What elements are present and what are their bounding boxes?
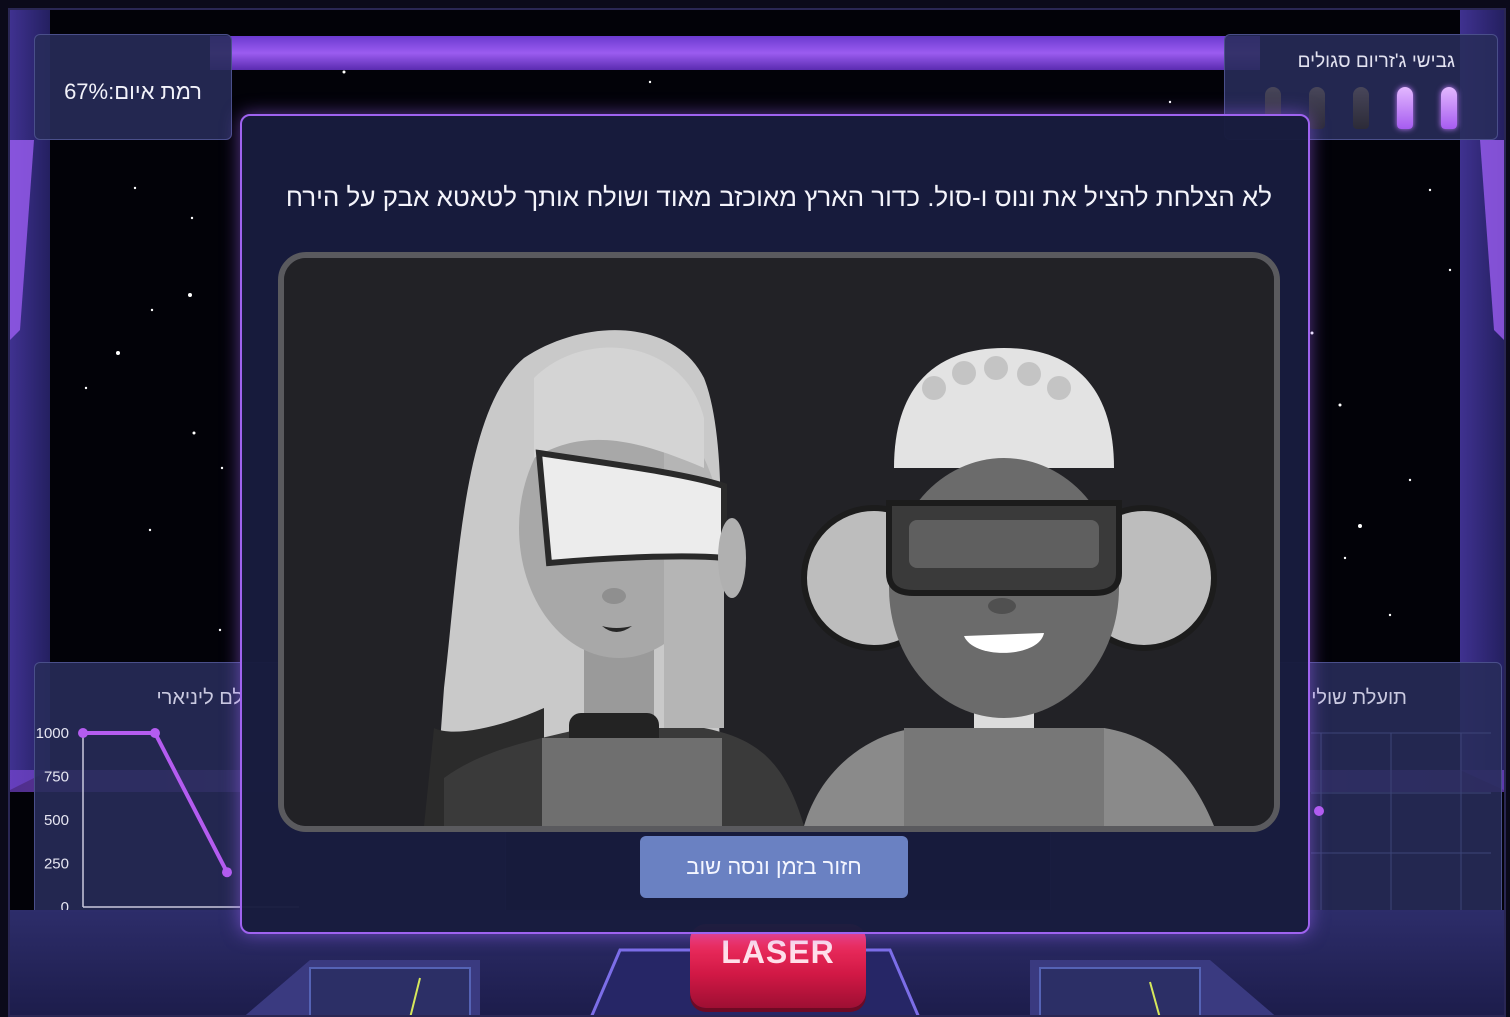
- series-line: [83, 731, 229, 874]
- crystal-icon: [1353, 87, 1369, 129]
- crystal-icon: [1397, 87, 1413, 129]
- crystal-icon: [1441, 87, 1457, 129]
- threat-level-panel: רמת איום:67%: [34, 34, 232, 140]
- threat-level-text: רמת איום:67%: [64, 79, 202, 104]
- data-point: [222, 867, 232, 878]
- game-viewport: רמת איום:67% גבישי ג'זריום סגולים לם לינ…: [8, 8, 1506, 1017]
- data-point: [150, 728, 160, 738]
- crystal-icon: [1309, 87, 1325, 129]
- retry-button[interactable]: חזור בזמן ונסה שוב: [640, 836, 908, 898]
- y-tick-label: 500: [44, 812, 69, 829]
- laser-label: LASER: [721, 934, 835, 970]
- laser-button[interactable]: LASER: [690, 924, 866, 1008]
- y-tick-label: 750: [44, 769, 69, 786]
- crystals-title: גבישי ג'זריום סגולים: [1297, 51, 1455, 72]
- data-point: [78, 728, 88, 738]
- failure-message: לא הצלחת להציל את ונוס ו-סול. כדור הארץ …: [285, 182, 1272, 212]
- ceiling-light-band: [210, 36, 1260, 70]
- y-tick-label: 1000: [36, 725, 69, 742]
- failure-dialog: לא הצלחת להציל את ונוס ו-סול. כדור הארץ …: [240, 114, 1310, 934]
- y-tick-label: 250: [44, 856, 69, 873]
- astronaut-illustration: [278, 252, 1280, 832]
- venus-and-sol-image: [284, 258, 1274, 826]
